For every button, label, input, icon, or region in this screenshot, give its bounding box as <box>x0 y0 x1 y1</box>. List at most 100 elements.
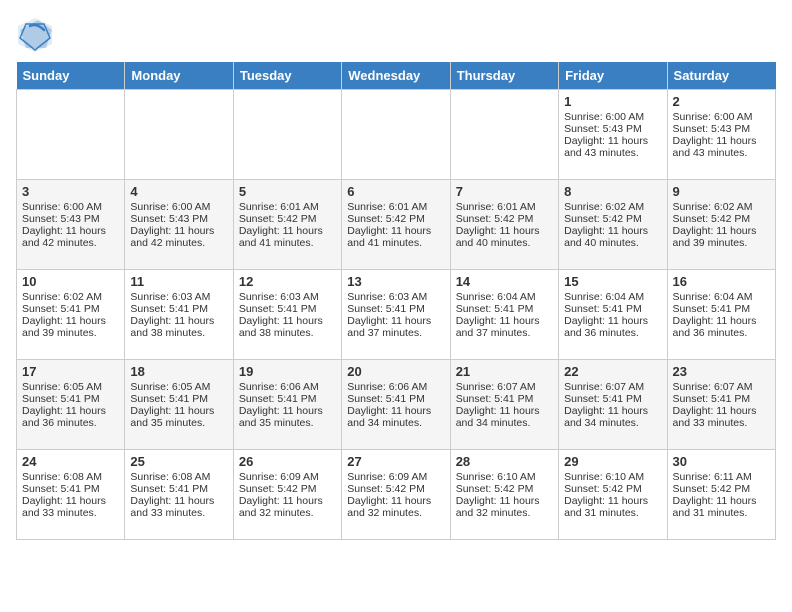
daylight-text: Daylight: 11 hours and 42 minutes. <box>22 225 119 249</box>
daylight-text: Daylight: 11 hours and 38 minutes. <box>130 315 227 339</box>
sunset-text: Sunset: 5:41 PM <box>456 303 553 315</box>
sunrise-text: Sunrise: 6:07 AM <box>564 381 661 393</box>
daylight-text: Daylight: 11 hours and 33 minutes. <box>673 405 770 429</box>
calendar-cell: 11Sunrise: 6:03 AMSunset: 5:41 PMDayligh… <box>125 270 233 360</box>
week-row-2: 3Sunrise: 6:00 AMSunset: 5:43 PMDaylight… <box>17 180 776 270</box>
daylight-text: Daylight: 11 hours and 35 minutes. <box>239 405 336 429</box>
day-number: 5 <box>239 184 336 199</box>
sunrise-text: Sunrise: 6:03 AM <box>239 291 336 303</box>
logo <box>16 16 55 54</box>
sunrise-text: Sunrise: 6:08 AM <box>22 471 119 483</box>
day-number: 16 <box>673 274 770 289</box>
daylight-text: Daylight: 11 hours and 33 minutes. <box>22 495 119 519</box>
daylight-text: Daylight: 11 hours and 39 minutes. <box>673 225 770 249</box>
calendar-cell: 9Sunrise: 6:02 AMSunset: 5:42 PMDaylight… <box>667 180 775 270</box>
sunset-text: Sunset: 5:41 PM <box>22 303 119 315</box>
day-number: 7 <box>456 184 553 199</box>
sunrise-text: Sunrise: 6:00 AM <box>22 201 119 213</box>
sunset-text: Sunset: 5:42 PM <box>347 483 444 495</box>
sunset-text: Sunset: 5:41 PM <box>456 393 553 405</box>
daylight-text: Daylight: 11 hours and 32 minutes. <box>347 495 444 519</box>
day-number: 25 <box>130 454 227 469</box>
sunset-text: Sunset: 5:41 PM <box>564 303 661 315</box>
sunset-text: Sunset: 5:43 PM <box>130 213 227 225</box>
daylight-text: Daylight: 11 hours and 36 minutes. <box>22 405 119 429</box>
sunrise-text: Sunrise: 6:07 AM <box>673 381 770 393</box>
daylight-text: Daylight: 11 hours and 43 minutes. <box>673 135 770 159</box>
calendar-cell: 4Sunrise: 6:00 AMSunset: 5:43 PMDaylight… <box>125 180 233 270</box>
sunset-text: Sunset: 5:41 PM <box>347 303 444 315</box>
calendar-cell: 14Sunrise: 6:04 AMSunset: 5:41 PMDayligh… <box>450 270 558 360</box>
day-number: 23 <box>673 364 770 379</box>
calendar-cell: 23 Sunrise: 6:07 AMSunset: 5:41 PMDayligh… <box>667 360 775 450</box>
calendar-cell: 15Sunrise: 6:04 AMSunset: 5:41 PMDayligh… <box>559 270 667 360</box>
calendar-table: SundayMondayTuesdayWednesdayThursdayFrid… <box>16 62 776 540</box>
daylight-text: Daylight: 11 hours and 34 minutes. <box>347 405 444 429</box>
calendar-cell: 8Sunrise: 6:02 AMSunset: 5:42 PMDaylight… <box>559 180 667 270</box>
daylight-text: Daylight: 11 hours and 31 minutes. <box>564 495 661 519</box>
day-number: 11 <box>130 274 227 289</box>
header-day-sunday: Sunday <box>17 62 125 90</box>
calendar-cell: 19Sunrise: 6:06 AMSunset: 5:41 PMDayligh… <box>233 360 341 450</box>
calendar-cell: 12Sunrise: 6:03 AMSunset: 5:41 PMDayligh… <box>233 270 341 360</box>
sunrise-text: Sunrise: 6:01 AM <box>456 201 553 213</box>
sunrise-text: Sunrise: 6:02 AM <box>673 201 770 213</box>
sunrise-text: Sunrise: 6:02 AM <box>22 291 119 303</box>
daylight-text: Daylight: 11 hours and 34 minutes. <box>456 405 553 429</box>
day-number: 27 <box>347 454 444 469</box>
day-number: 8 <box>564 184 661 199</box>
header-day-friday: Friday <box>559 62 667 90</box>
sunset-text: Sunset: 5:42 PM <box>347 213 444 225</box>
sunset-text: Sunset: 5:41 PM <box>130 483 227 495</box>
sunrise-text: Sunrise: 6:03 AM <box>130 291 227 303</box>
daylight-text: Daylight: 11 hours and 40 minutes. <box>456 225 553 249</box>
day-number: 20 <box>347 364 444 379</box>
calendar-cell <box>17 90 125 180</box>
calendar-cell: 16Sunrise: 6:04 AMSunset: 5:41 PMDayligh… <box>667 270 775 360</box>
sunset-text: Sunset: 5:42 PM <box>564 213 661 225</box>
sunrise-text: Sunrise: 6:01 AM <box>239 201 336 213</box>
daylight-text: Daylight: 11 hours and 41 minutes. <box>239 225 336 249</box>
calendar-cell: 3Sunrise: 6:00 AMSunset: 5:43 PMDaylight… <box>17 180 125 270</box>
day-number: 3 <box>22 184 119 199</box>
calendar-cell: 5Sunrise: 6:01 AMSunset: 5:42 PMDaylight… <box>233 180 341 270</box>
week-row-3: 10Sunrise: 6:02 AMSunset: 5:41 PMDayligh… <box>17 270 776 360</box>
calendar-cell <box>342 90 450 180</box>
header-day-thursday: Thursday <box>450 62 558 90</box>
sunset-text: Sunset: 5:41 PM <box>239 393 336 405</box>
daylight-text: Daylight: 11 hours and 43 minutes. <box>564 135 661 159</box>
sunrise-text: Sunrise: 6:06 AM <box>347 381 444 393</box>
sunset-text: Sunset: 5:42 PM <box>456 213 553 225</box>
daylight-text: Daylight: 11 hours and 40 minutes. <box>564 225 661 249</box>
daylight-text: Daylight: 11 hours and 42 minutes. <box>130 225 227 249</box>
daylight-text: Daylight: 11 hours and 41 minutes. <box>347 225 444 249</box>
calendar-cell: 26Sunrise: 6:09 AMSunset: 5:42 PMDayligh… <box>233 450 341 540</box>
day-number: 4 <box>130 184 227 199</box>
day-number: 9 <box>673 184 770 199</box>
sunrise-text: Sunrise: 6:09 AM <box>347 471 444 483</box>
sunset-text: Sunset: 5:41 PM <box>130 393 227 405</box>
sunset-text: Sunset: 5:41 PM <box>673 303 770 315</box>
day-number: 15 <box>564 274 661 289</box>
day-number: 6 <box>347 184 444 199</box>
header <box>16 16 776 54</box>
day-number: 29 <box>564 454 661 469</box>
sunrise-text: Sunrise: 6:10 AM <box>564 471 661 483</box>
sunrise-text: Sunrise: 6:07 AM <box>456 381 553 393</box>
sunrise-text: Sunrise: 6:04 AM <box>456 291 553 303</box>
calendar-cell: 29 Sunrise: 6:10 AMSunset: 5:42 PMDayligh… <box>559 450 667 540</box>
sunset-text: Sunset: 5:42 PM <box>456 483 553 495</box>
sunrise-text: Sunrise: 6:03 AM <box>347 291 444 303</box>
sunset-text: Sunset: 5:41 PM <box>673 393 770 405</box>
daylight-text: Daylight: 11 hours and 37 minutes. <box>456 315 553 339</box>
calendar-cell: 25Sunrise: 6:08 AMSunset: 5:41 PMDayligh… <box>125 450 233 540</box>
sunset-text: Sunset: 5:43 PM <box>673 123 770 135</box>
calendar-cell: 17Sunrise: 6:05 AMSunset: 5:41 PMDayligh… <box>17 360 125 450</box>
calendar-cell: 10Sunrise: 6:02 AMSunset: 5:41 PMDayligh… <box>17 270 125 360</box>
calendar-cell: 7 Sunrise: 6:01 AMSunset: 5:42 PMDaylight… <box>450 180 558 270</box>
day-number: 10 <box>22 274 119 289</box>
header-day-saturday: Saturday <box>667 62 775 90</box>
week-row-4: 17Sunrise: 6:05 AMSunset: 5:41 PMDayligh… <box>17 360 776 450</box>
calendar-cell: 1Sunrise: 6:00 AMSunset: 5:43 PMDaylight… <box>559 90 667 180</box>
sunset-text: Sunset: 5:42 PM <box>564 483 661 495</box>
